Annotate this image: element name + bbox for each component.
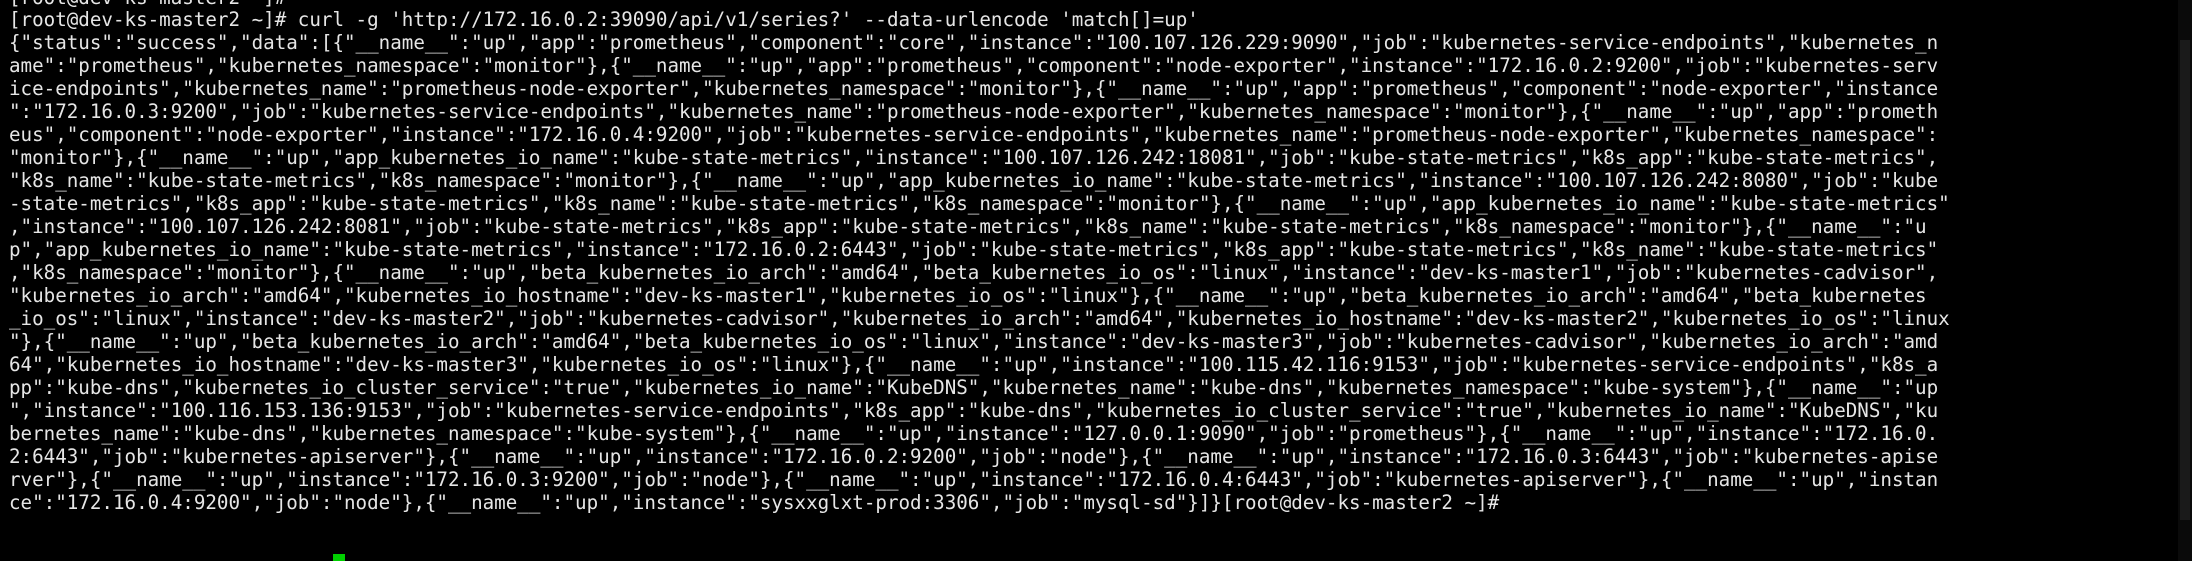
terminal-line: ":"172.16.0.3:9200","job":"kubernetes-se… [9, 100, 1939, 123]
terminal-line: 2:6443","job":"kubernetes-apiserver"},{"… [9, 445, 1939, 468]
terminal-line: [root@dev-ks-master2 ~]# curl -g 'http:/… [9, 8, 1199, 31]
terminal-cursor [333, 554, 345, 561]
terminal-line: -state-metrics","k8s_app":"kube-state-me… [9, 192, 1950, 215]
terminal-line: ,"instance":"100.107.126.242:8081","job"… [9, 215, 1927, 238]
terminal-line: "kubernetes_io_arch":"amd64","kubernetes… [9, 284, 1927, 307]
terminal-line: {"status":"success","data":[{"__name__":… [9, 31, 1939, 54]
terminal-line: rver"},{"__name__":"up","instance":"172.… [9, 468, 1939, 491]
terminal-line: 64","kubernetes_io_hostname":"dev-ks-mas… [9, 353, 1939, 376]
terminal-line: eus","component":"node-exporter","instan… [9, 123, 1939, 146]
terminal-window[interactable]: [root@dev-ks-master2 ~]# [root@dev-ks-ma… [0, 0, 2192, 561]
terminal-line: pp":"kube-dns","kubernetes_io_cluster_se… [9, 376, 1939, 399]
terminal-line: ,"k8s_namespace":"monitor"},{"__name__":… [9, 261, 1939, 284]
terminal-line: ame":"prometheus","kubernetes_namespace"… [9, 54, 1939, 77]
terminal-line: ce":"172.16.0.4:9200","job":"node"},{"__… [9, 491, 1500, 514]
terminal-line: "k8s_name":"kube-state-metrics","k8s_nam… [9, 169, 1939, 192]
terminal-line: "monitor"},{"__name__":"up","app_kuberne… [9, 146, 1939, 169]
terminal-line: ice-endpoints","kubernetes_name":"promet… [9, 77, 1939, 100]
terminal-line: ","instance":"100.116.153.136:9153","job… [9, 399, 1939, 422]
scrollbar-thumb[interactable] [2180, 40, 2190, 520]
scrollbar[interactable] [2178, 0, 2192, 561]
terminal-line: bernetes_name":"kube-dns","kubernetes_na… [9, 422, 1939, 445]
terminal-line: _io_os":"linux","instance":"dev-ks-maste… [9, 307, 1950, 330]
terminal-line: "},{"__name__":"up","beta_kubernetes_io_… [9, 330, 1939, 353]
terminal-line: p","app_kubernetes_io_name":"kube-state-… [9, 238, 1939, 261]
